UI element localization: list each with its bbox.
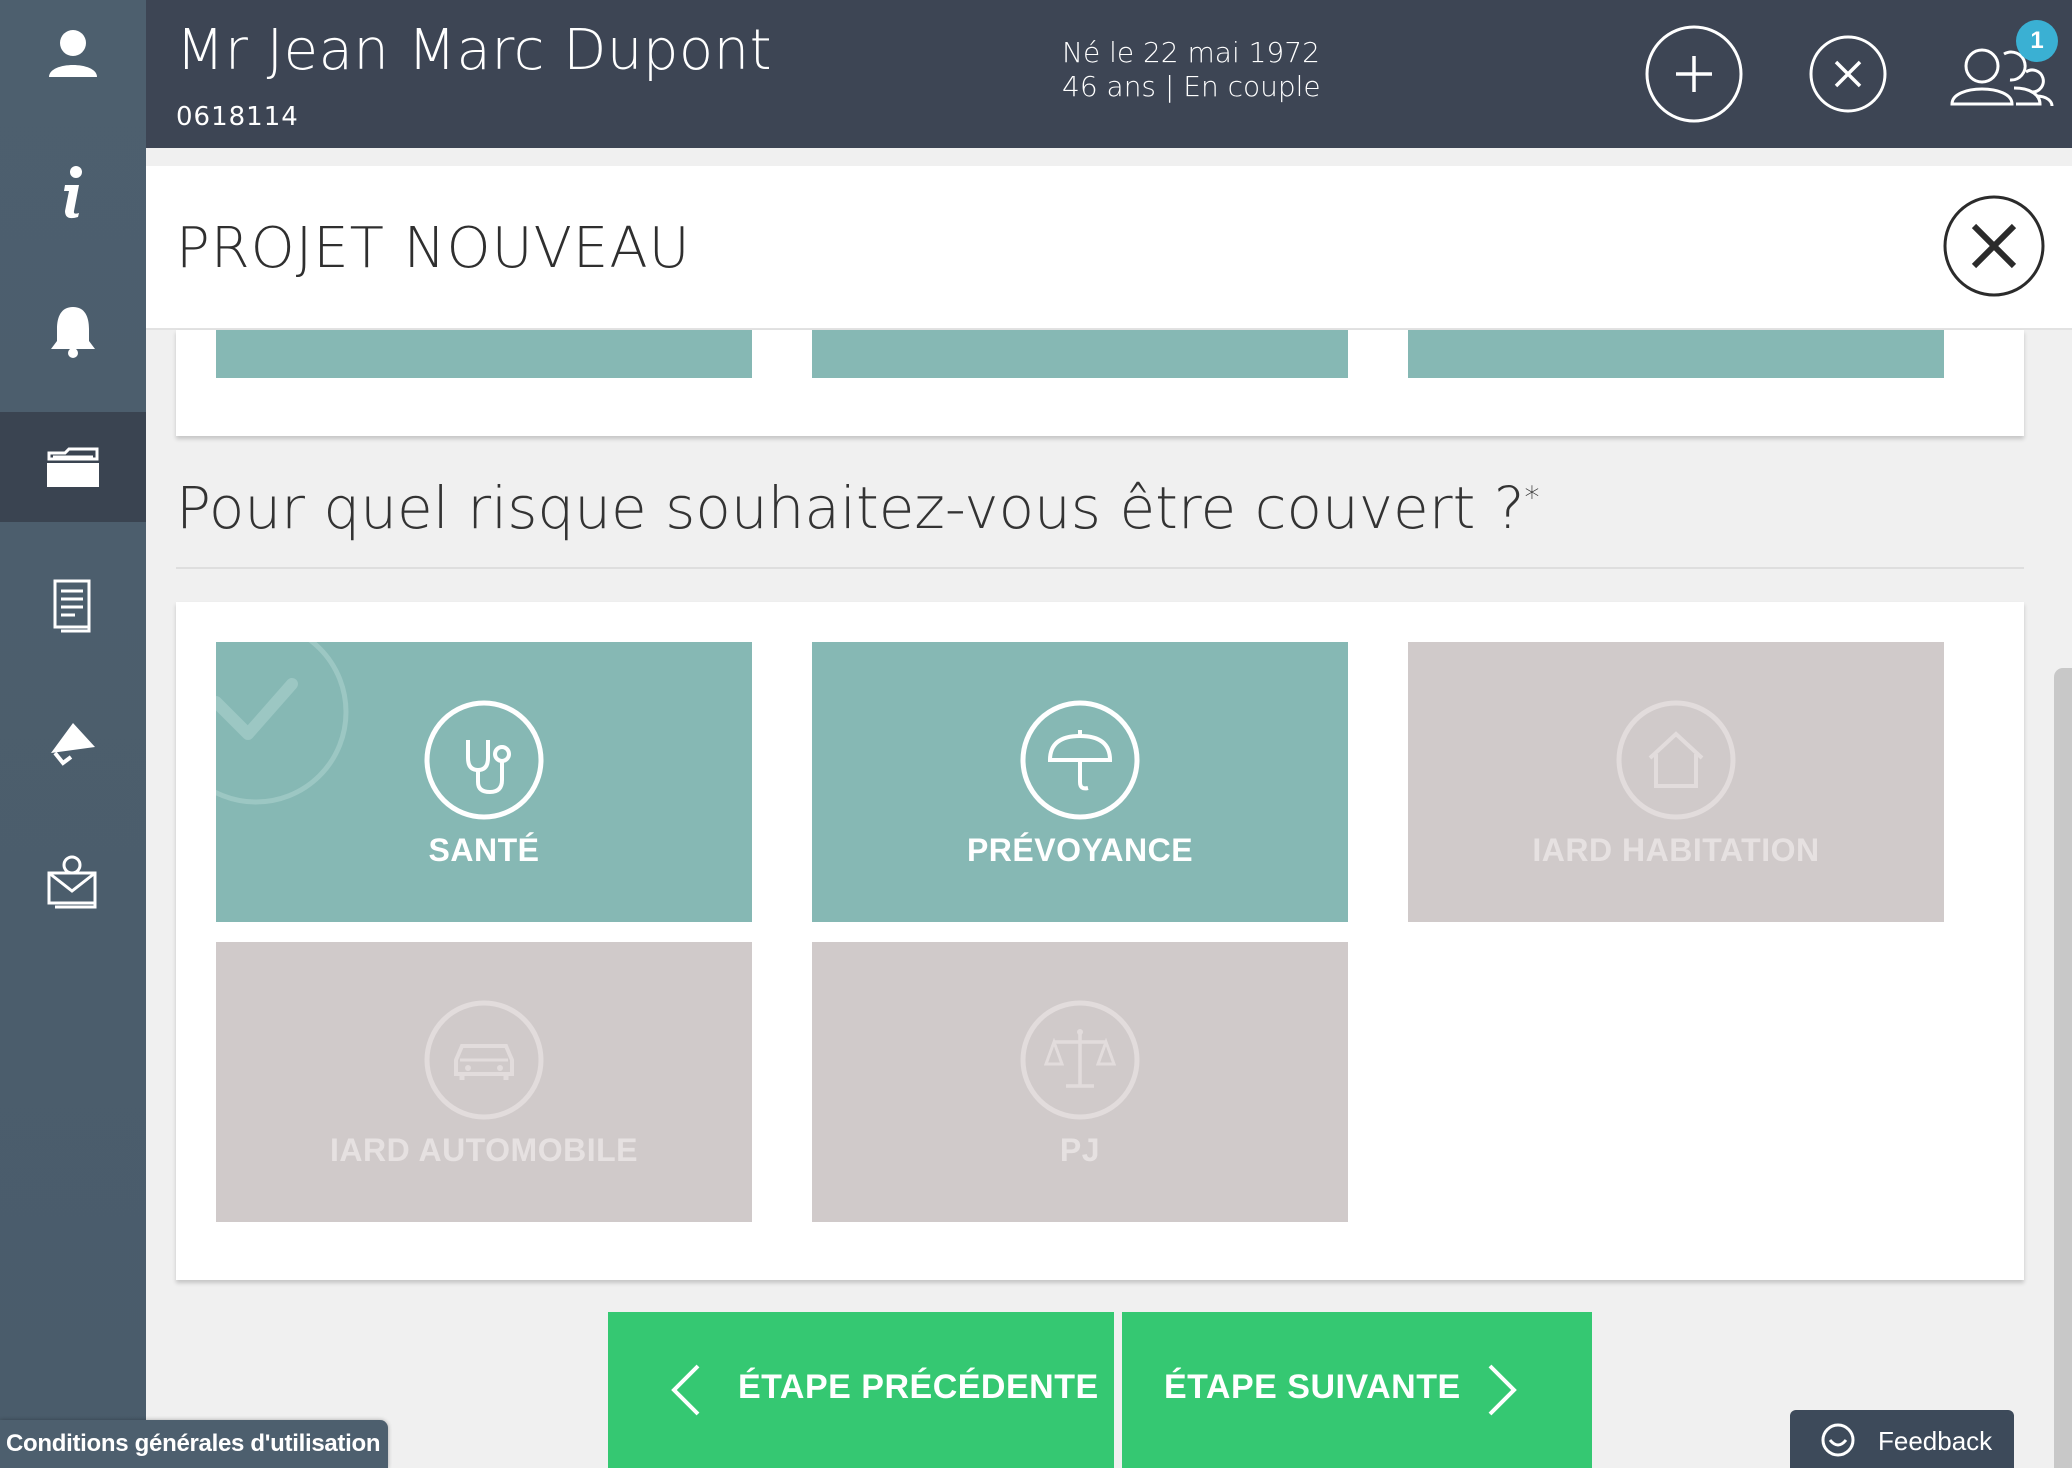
scales-icon <box>1020 1000 1140 1120</box>
close-project-button[interactable] <box>1942 194 2046 298</box>
option-label: PJ <box>1059 1132 1101 1168</box>
chevron-right-icon <box>1488 1364 1517 1416</box>
next-step-label: ÉTAPE SUIVANTE <box>1164 1368 1461 1406</box>
sidebar-item-documents[interactable] <box>0 550 146 660</box>
required-mark: * <box>1524 480 1540 516</box>
sidebar-item-projects[interactable] <box>0 412 146 522</box>
close-client-button[interactable] <box>1808 34 1888 114</box>
project-header: PROJET NOUVEAU <box>146 166 2072 330</box>
feedback-icon <box>1821 1423 1855 1457</box>
megaphone-icon <box>51 723 95 766</box>
sidebar-item-profile[interactable] <box>0 0 146 110</box>
client-header: Mr Jean Marc Dupont 0618114 Né le 22 mai… <box>146 0 2072 148</box>
previous-option-tile[interactable] <box>1408 330 1944 378</box>
option-label: IARD HABITATION <box>1532 832 1820 868</box>
add-button[interactable] <box>1644 24 1744 124</box>
mail-icon <box>47 855 97 909</box>
document-icon <box>53 579 91 633</box>
previous-option-tile[interactable] <box>812 330 1348 378</box>
option-pj[interactable]: PJ <box>812 942 1348 1222</box>
terms-link[interactable]: Conditions générales d'utilisation <box>0 1420 389 1468</box>
risk-options-card: SANTÉ PRÉVOYANCE IARD HABITATION IARD AU… <box>176 602 2024 1280</box>
option-iard-automobile[interactable]: IARD AUTOMOBILE <box>216 942 752 1222</box>
car-icon <box>424 1000 544 1120</box>
previous-step-button[interactable]: ÉTAPE PRÉCÉDENTE <box>608 1312 1114 1468</box>
client-id: 0618114 <box>176 102 299 132</box>
sidebar <box>0 0 146 1468</box>
checkmark-icon <box>216 642 349 805</box>
option-prevoyance[interactable]: PRÉVOYANCE <box>812 642 1348 922</box>
user-icon <box>49 30 97 77</box>
feedback-label: Feedback <box>1878 1426 1993 1456</box>
option-label: IARD AUTOMOBILE <box>330 1132 638 1168</box>
stethoscope-icon <box>424 700 544 820</box>
sidebar-item-alerts[interactable] <box>0 276 146 386</box>
bell-icon <box>51 307 95 358</box>
question-title: Pour quel risque souhaitez-vous être cou… <box>176 474 1540 542</box>
previous-step-label: ÉTAPE PRÉCÉDENTE <box>738 1368 1099 1406</box>
info-icon <box>64 166 82 219</box>
option-label: PRÉVOYANCE <box>966 832 1194 868</box>
house-icon <box>1616 700 1736 820</box>
umbrella-icon <box>1020 700 1140 820</box>
previous-option-tile[interactable] <box>216 330 752 378</box>
scrollbar[interactable] <box>2054 668 2072 1468</box>
divider <box>176 567 2024 569</box>
notification-badge: 1 <box>2016 20 2058 62</box>
client-name: Mr Jean Marc Dupont <box>176 18 773 83</box>
feedback-button[interactable]: Feedback <box>1790 1410 2014 1468</box>
previous-section-card <box>176 330 2024 436</box>
folders-icon <box>47 447 99 487</box>
option-label: SANTÉ <box>428 832 540 868</box>
project-title: PROJET NOUVEAU <box>176 216 691 281</box>
question-text: Pour quel risque souhaitez-vous être cou… <box>176 474 1525 542</box>
chevron-left-icon <box>671 1364 700 1416</box>
sidebar-item-campaigns[interactable] <box>0 688 146 798</box>
sidebar-item-messages[interactable] <box>0 826 146 936</box>
option-iard-habitation[interactable]: IARD HABITATION <box>1408 642 1944 922</box>
next-step-button[interactable]: ÉTAPE SUIVANTE <box>1122 1312 1592 1468</box>
client-age-status: 46 ans | En couple <box>1062 70 1321 103</box>
option-sante[interactable]: SANTÉ <box>216 642 752 922</box>
client-birth-date: Né le 22 mai 1972 <box>1062 36 1320 69</box>
sidebar-item-info[interactable] <box>0 138 146 248</box>
